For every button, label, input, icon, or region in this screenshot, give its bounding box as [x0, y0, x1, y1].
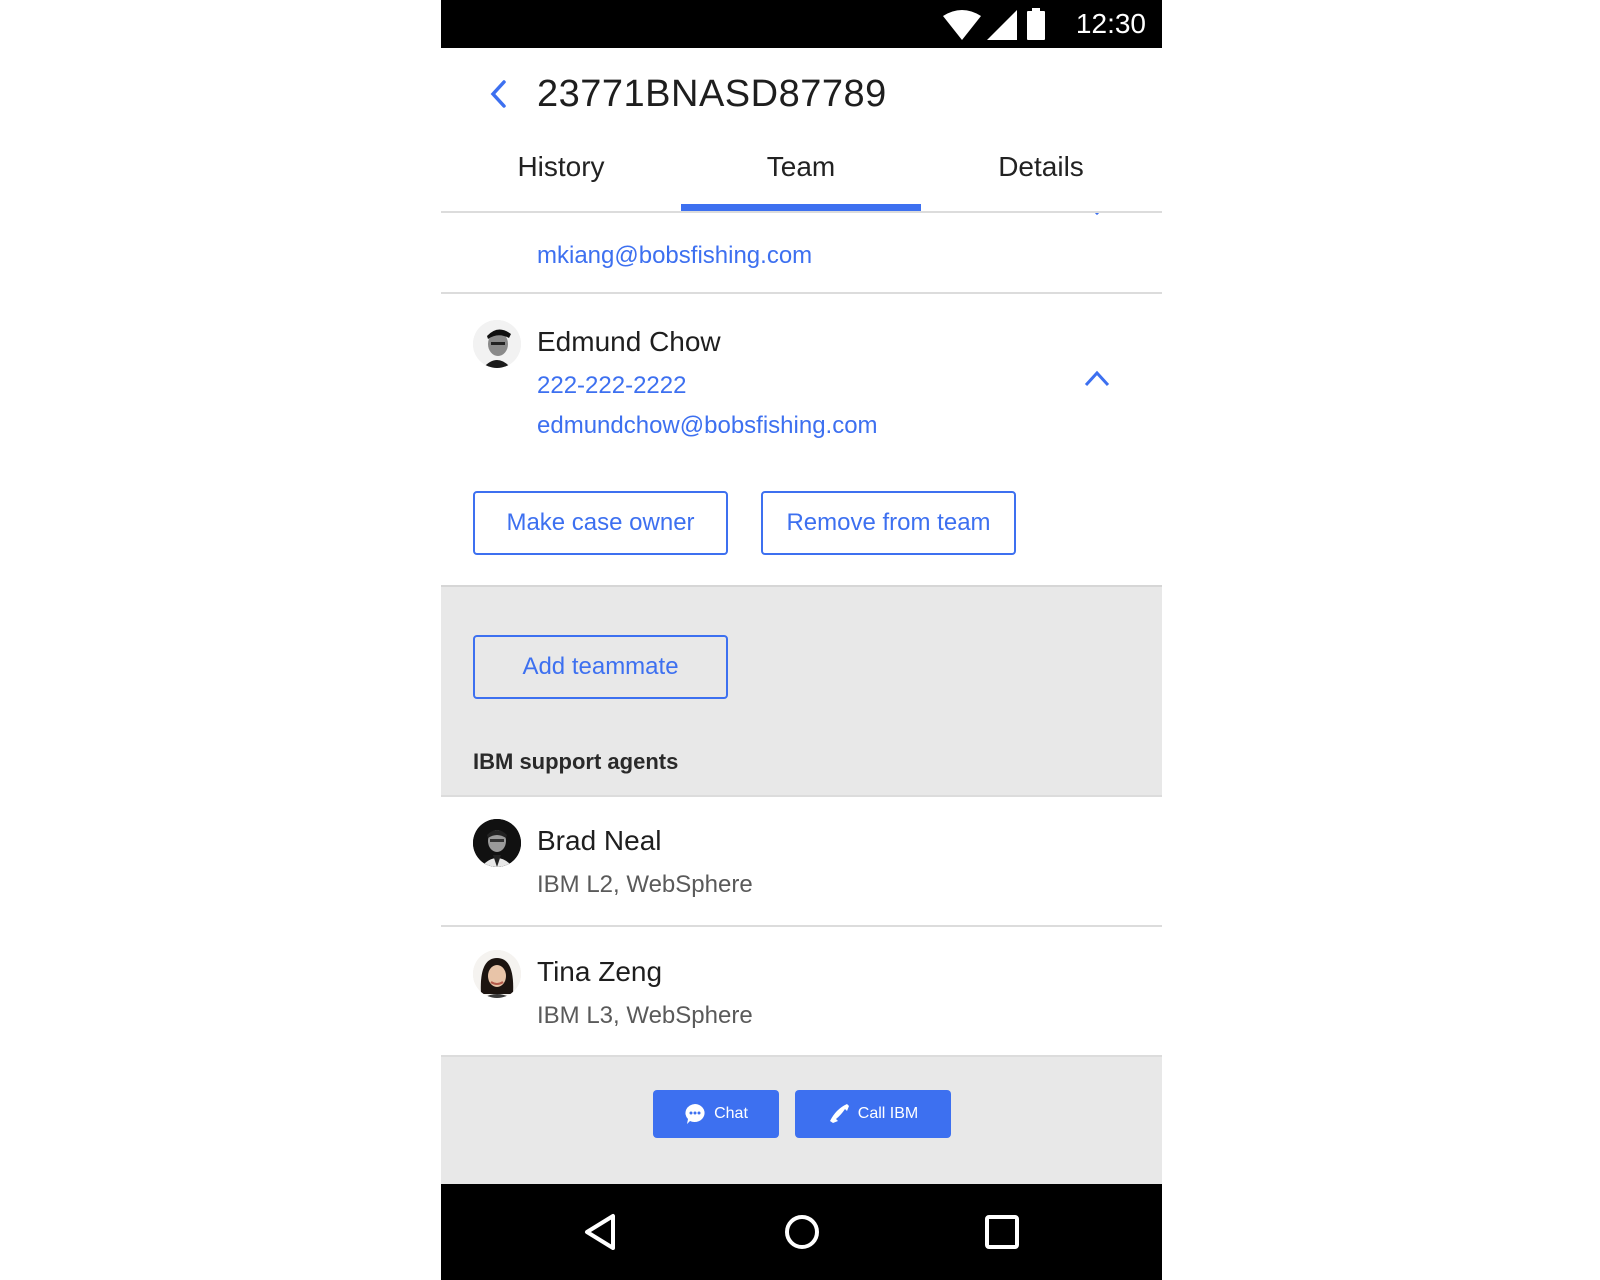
tab-team[interactable]: Team	[681, 150, 921, 200]
divider	[441, 585, 1162, 587]
cellular-signal-icon	[987, 10, 1017, 40]
status-time: 12:30	[1075, 8, 1146, 39]
divider	[441, 292, 1162, 294]
agent-role: IBM L3, WebSphere	[537, 1002, 753, 1029]
agent-name: Tina Zeng	[537, 956, 663, 987]
avatar	[473, 819, 521, 867]
tab-history[interactable]: History	[441, 150, 681, 200]
contact-phone[interactable]: 222-222-2222	[537, 371, 686, 401]
nav-home-icon[interactable]	[778, 1208, 826, 1256]
agent-name: Brad Neal	[537, 825, 662, 856]
chat-bubble-icon	[685, 1104, 705, 1124]
phone-screen: 12:30 111-111-1111 mkiang@bobsfishing.co…	[441, 0, 1162, 1280]
status-bar: 12:30	[441, 0, 1162, 48]
page-title: 23771BNASD87789	[537, 73, 887, 115]
contact-name: Edmund Chow	[537, 326, 721, 357]
add-teammate-panel: Add teammate IBM support agents	[441, 585, 1162, 795]
active-tab-indicator	[681, 204, 921, 211]
chat-button[interactable]: Chat	[653, 1090, 779, 1138]
system-nav-bar	[441, 1184, 1162, 1280]
app-header: 23771BNASD87789 History Team Details	[441, 48, 1162, 213]
contact-email[interactable]: edmundchow@bobsfishing.com	[537, 411, 878, 441]
divider	[441, 211, 1162, 213]
call-ibm-button[interactable]: Call IBM	[795, 1090, 951, 1138]
avatar	[473, 320, 521, 368]
battery-icon	[1027, 8, 1045, 40]
chevron-left-icon[interactable]	[477, 72, 521, 116]
nav-back-icon[interactable]	[579, 1208, 627, 1256]
avatar	[473, 950, 521, 998]
chevron-up-icon[interactable]	[1083, 368, 1111, 388]
phone-icon	[829, 1104, 849, 1123]
remove-from-team-button[interactable]: Remove from team	[761, 491, 1016, 555]
divider	[441, 925, 1162, 927]
divider	[441, 795, 1162, 797]
contact-ibm-panel: Chat Call IBM	[441, 1057, 1162, 1184]
add-teammate-button[interactable]: Add teammate	[473, 635, 728, 699]
tab-details[interactable]: Details	[921, 150, 1161, 200]
previous-contact-email[interactable]: mkiang@bobsfishing.com	[537, 241, 812, 271]
chat-label: Chat	[714, 1105, 748, 1122]
call-label: Call IBM	[857, 1105, 919, 1122]
section-title: IBM support agents	[473, 749, 679, 774]
make-case-owner-button[interactable]: Make case owner	[473, 491, 728, 555]
wifi-icon	[943, 10, 981, 40]
nav-recents-icon[interactable]	[978, 1208, 1026, 1256]
agent-role: IBM L2, WebSphere	[537, 871, 753, 898]
